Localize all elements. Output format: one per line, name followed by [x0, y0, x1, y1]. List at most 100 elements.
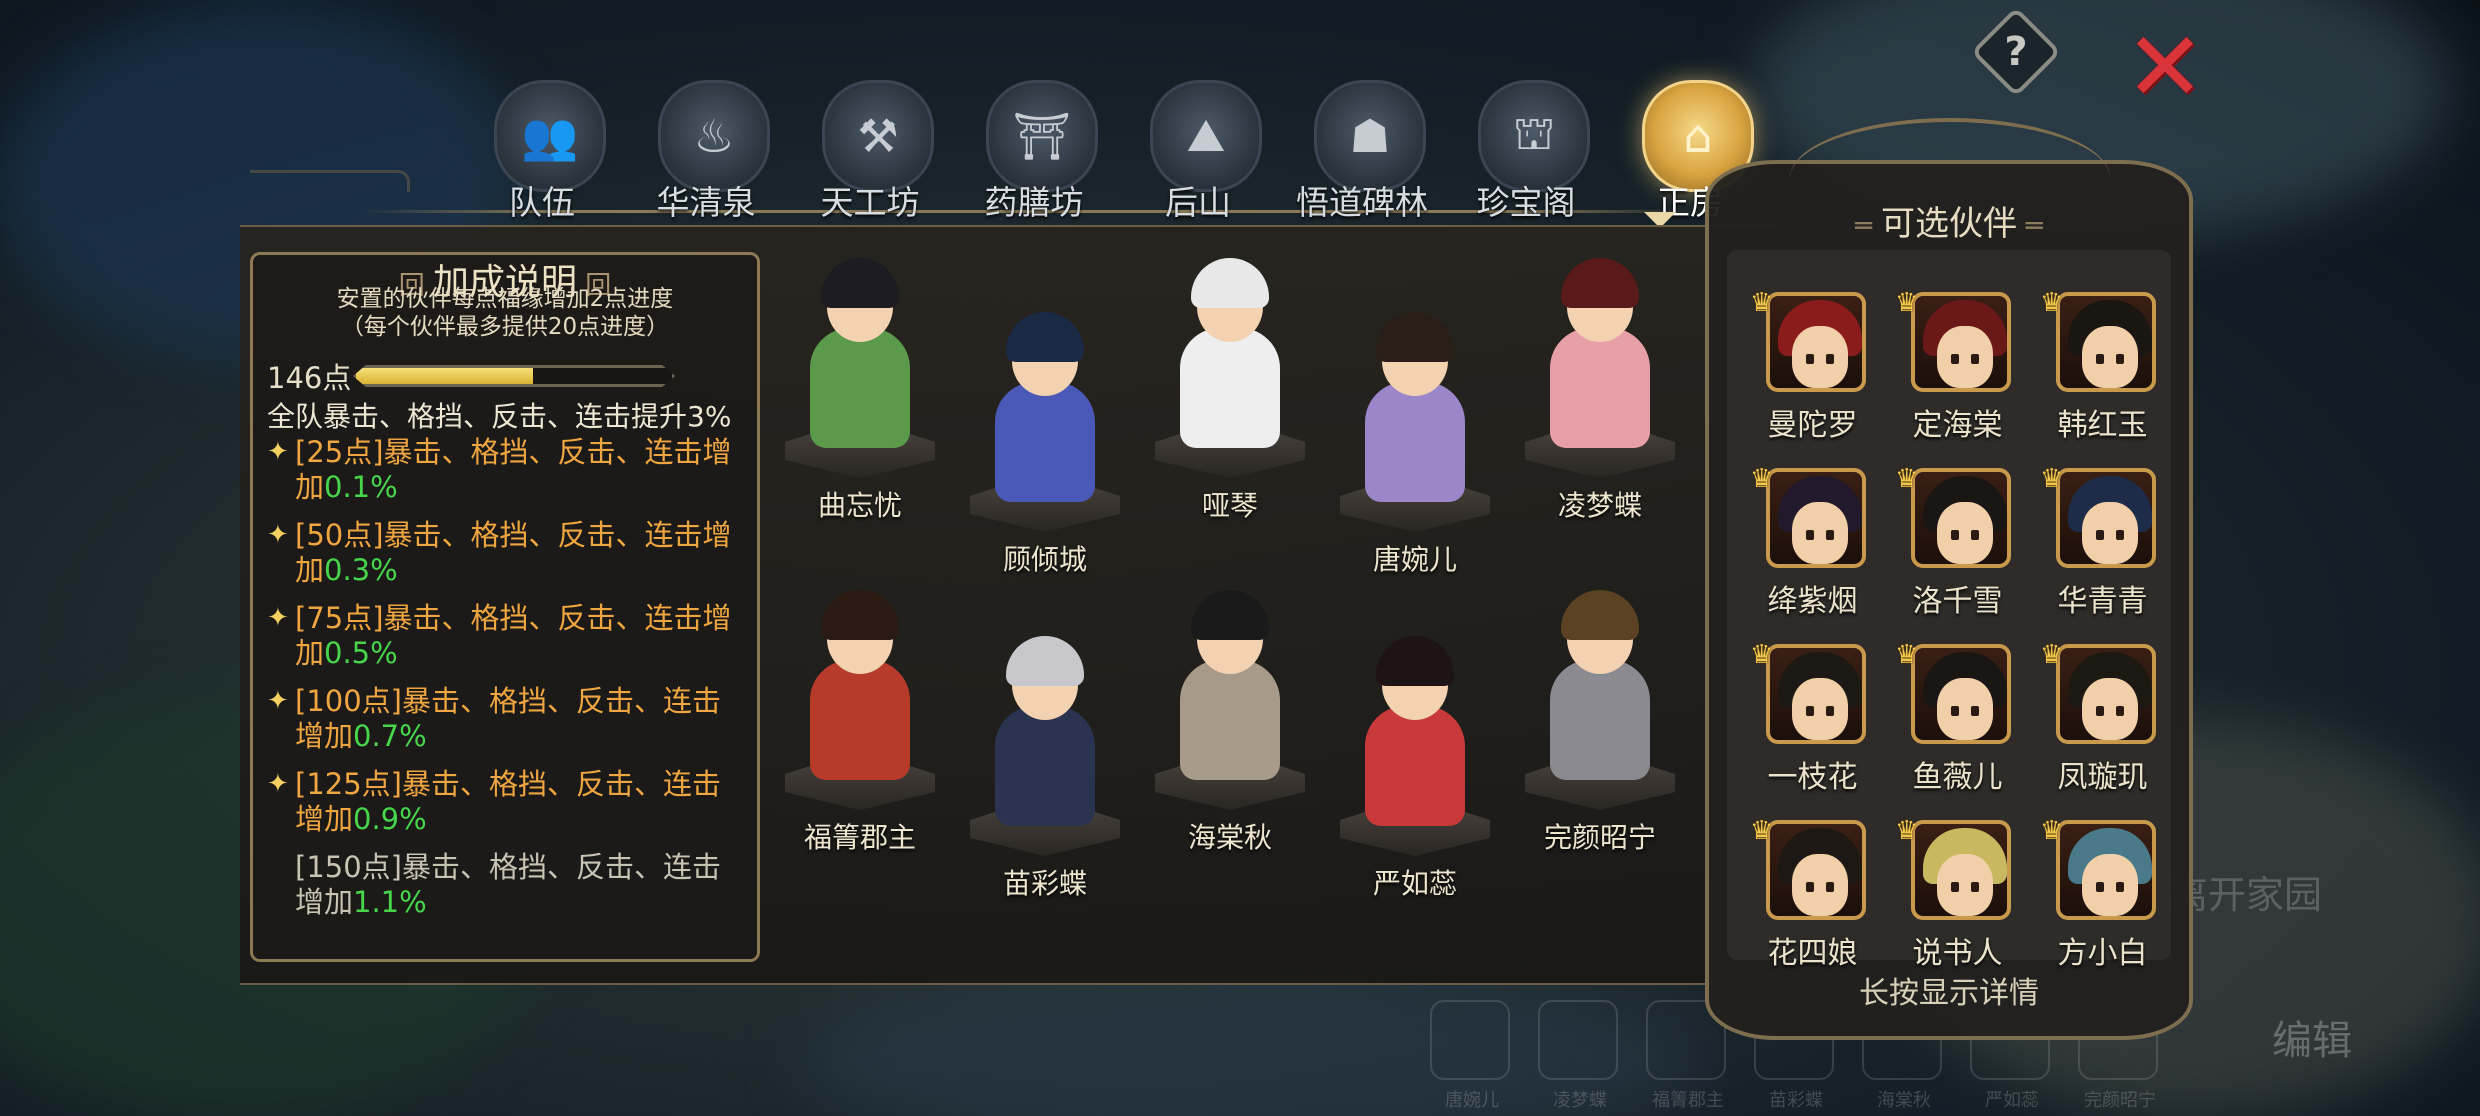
companion-hair [1006, 312, 1084, 362]
bonus-panel[interactable]: 回 加成说明 回 安置的伙伴每点福缘增加2点进度 （每个伙伴最多提供20点进度）… [250, 252, 760, 962]
companion-name: 鱼薇儿 [1912, 760, 2003, 795]
companion-card[interactable]: ♛ 曼陀罗 [1740, 288, 1885, 443]
rank-badge-icon: ♛ [1895, 464, 1919, 494]
companion-card[interactable]: ♛ 花四娘 [1740, 816, 1885, 971]
placed-companion[interactable]: 顾倾城 [960, 302, 1130, 576]
companion-name: 凌梦蝶 [1557, 489, 1642, 522]
companion-name: 韩红玉 [2057, 408, 2148, 443]
tab-pagoda[interactable]: ⛫ 珍宝阁 [1444, 70, 1608, 222]
placed-companion[interactable]: 福箐郡主 [775, 580, 945, 854]
companion-portrait [1911, 292, 2011, 392]
companion-card[interactable]: ♛ 凤璇玑 [2030, 640, 2175, 795]
bonus-description: 安置的伙伴每点福缘增加2点进度 （每个伙伴最多提供20点进度） [263, 285, 747, 341]
background-slot: 凌梦蝶 [1538, 1000, 1618, 1111]
workshop-icon: ⚒ [857, 109, 899, 163]
placed-companion[interactable]: 唐婉儿 [1330, 302, 1500, 576]
companion-name: 曼陀罗 [1767, 408, 1858, 443]
placed-companion[interactable]: 完颜昭宁 [1515, 580, 1685, 854]
companion-card[interactable]: ♛ 华青青 [2030, 464, 2175, 619]
tab-label: 华清泉 [656, 183, 756, 222]
portrait-eye [1806, 530, 1814, 540]
companion-card[interactable]: ♛ 方小白 [2030, 816, 2175, 971]
portrait-face [2082, 678, 2138, 740]
tab-hot-spring[interactable]: ♨ 华清泉 [624, 70, 788, 222]
companion-portrait [1911, 468, 2011, 568]
companion-name: 福箐郡主 [803, 821, 916, 854]
portrait-face [2082, 502, 2138, 564]
points-row: 146点 [267, 355, 675, 397]
tab-label: 悟道碑林 [1296, 183, 1428, 222]
portrait-face [1937, 854, 1993, 916]
companion-portrait [2056, 468, 2156, 568]
tab-label: 天工坊 [820, 183, 920, 222]
bonus-tier: ✦ [75点]暴击、格挡、反击、连击增加0.5% [267, 601, 743, 671]
tab-team[interactable]: 👥 队伍 [460, 70, 624, 222]
tab-workshop[interactable]: ⚒ 天工坊 [788, 70, 952, 222]
companion-figure [1180, 660, 1280, 780]
companion-hair [821, 590, 899, 640]
rank-badge-icon: ♛ [2040, 464, 2064, 494]
placed-companion[interactable]: 海棠秋 [1145, 580, 1315, 854]
companion-portrait [2056, 292, 2156, 392]
points-label: 146点 [267, 361, 352, 395]
background-slot-label: 海棠秋 [1877, 1090, 1931, 1111]
hot-spring-icon: ♨ [693, 109, 735, 163]
portrait-eye [1806, 354, 1814, 364]
tier-value: 0.1% [324, 470, 398, 504]
question-icon: ? [2004, 29, 2028, 75]
companion-hair [821, 258, 899, 308]
portrait-eye [1951, 354, 1959, 364]
rank-badge-icon: ♛ [1895, 288, 1919, 318]
placed-companion[interactable]: 曲忘忧 [775, 248, 945, 522]
placed-companion[interactable]: 严如蕊 [1330, 626, 1500, 900]
main-house-icon: ⌂ [1683, 109, 1713, 163]
portrait-eye [1971, 706, 1979, 716]
background-slot: 唐婉儿 [1430, 1000, 1510, 1111]
companion-figure [810, 660, 910, 780]
tab-kitchen[interactable]: ⛩ 药膳坊 [952, 70, 1116, 222]
companion-name: 唐婉儿 [1372, 543, 1457, 576]
placed-companion[interactable]: 苗彩蝶 [960, 626, 1130, 900]
sparkle-icon: ✦ [267, 437, 289, 467]
bonus-tier: ✦ [125点]暴击、格挡、反击、连击增加0.9% [267, 767, 743, 837]
sparkle-icon: ✦ [267, 520, 289, 550]
companion-portrait [1766, 820, 1866, 920]
bonus-tier: ✦ [50点]暴击、格挡、反击、连击增加0.3% [267, 518, 743, 588]
rank-badge-icon: ♛ [1750, 288, 1774, 318]
rank-badge-icon: ♛ [1750, 816, 1774, 846]
companion-card[interactable]: ♛ 绛紫烟 [1740, 464, 1885, 619]
companion-card[interactable]: ♛ 定海棠 [1885, 288, 2030, 443]
companion-name: 绛紫烟 [1767, 584, 1858, 619]
companion-card[interactable]: ♛ 一枝花 [1740, 640, 1885, 795]
placed-companion[interactable]: 凌梦蝶 [1515, 248, 1685, 522]
companion-name: 顾倾城 [1002, 543, 1087, 576]
tab-stele[interactable]: ☗ 悟道碑林 [1280, 70, 1444, 222]
companion-card[interactable]: ♛ 洛千雪 [1885, 464, 2030, 619]
companion-hair [1006, 636, 1084, 686]
portrait-face [1937, 678, 1993, 740]
tab-label: 队伍 [509, 183, 575, 222]
team-icon: 👥 [521, 108, 579, 163]
tab-mountain[interactable]: ⛰ 后山 [1116, 70, 1280, 222]
placed-companion[interactable]: 哑琴 [1145, 248, 1315, 522]
background-slot-label: 唐婉儿 [1445, 1090, 1499, 1111]
background-slot-label: 完颜昭宁 [2084, 1090, 2156, 1111]
points-progress-bar [353, 365, 675, 387]
companion-figure [810, 328, 910, 448]
list-fade [253, 919, 757, 959]
mountain-icon: ⛰ [1186, 108, 1226, 162]
stele-icon: ☗ [1349, 109, 1391, 163]
rank-badge-icon: ♛ [1750, 464, 1774, 494]
close-button[interactable]: ✕ [2122, 19, 2208, 115]
companion-card[interactable]: ♛ 韩红玉 [2030, 288, 2175, 443]
companion-figure [1365, 382, 1465, 502]
portrait-eye [1951, 706, 1959, 716]
portrait-eye [1971, 530, 1979, 540]
companion-card[interactable]: ♛ 说书人 [1885, 816, 2030, 971]
companion-portrait [1766, 468, 1866, 568]
portrait-eye [2116, 706, 2124, 716]
portrait-face [1937, 326, 1993, 388]
sparkle-icon: ✦ [267, 686, 289, 716]
companion-card[interactable]: ♛ 鱼薇儿 [1885, 640, 2030, 795]
title-left-ornament: ═ [1855, 209, 1881, 242]
